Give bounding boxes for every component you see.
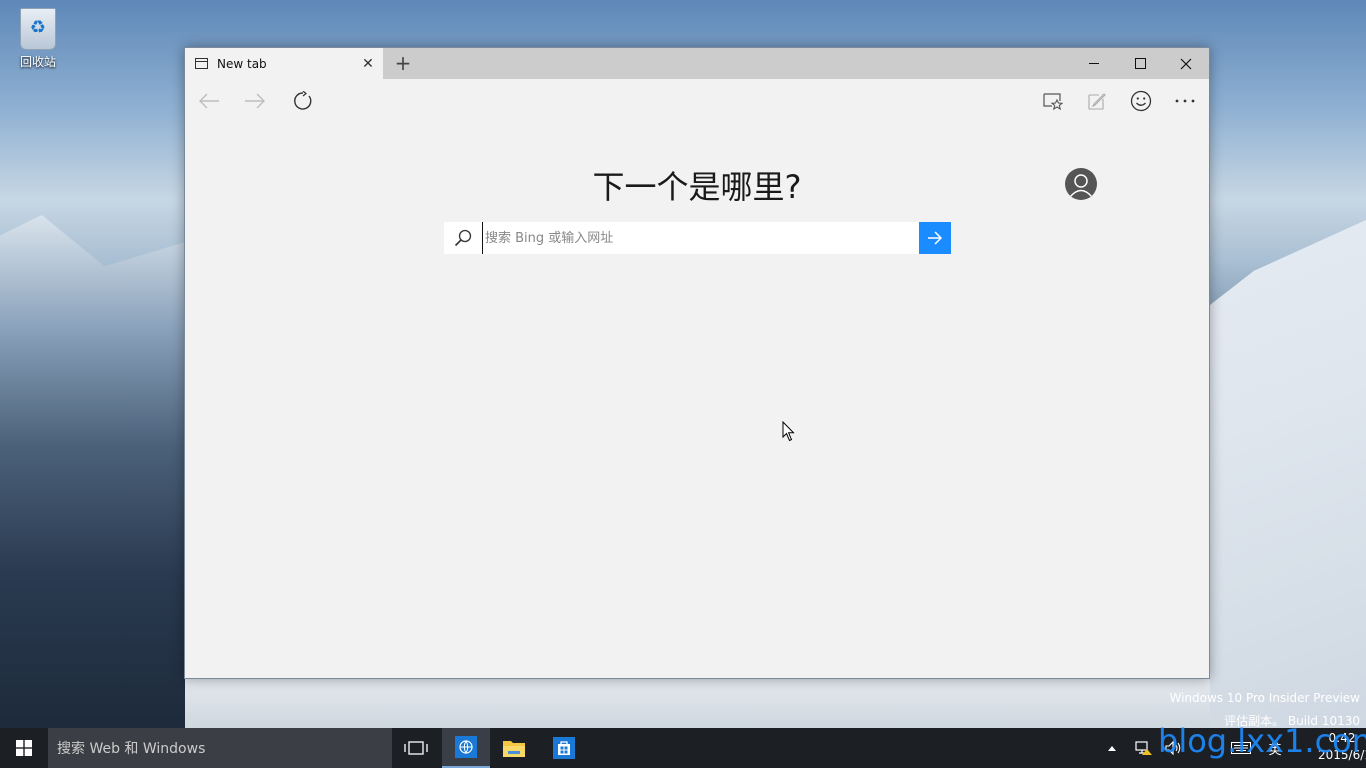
store-icon <box>553 737 575 759</box>
recycle-bin-shortcut[interactable]: ♻ 回收站 <box>12 8 64 70</box>
more-button[interactable] <box>1169 85 1201 117</box>
feedback-button[interactable] <box>1125 85 1157 117</box>
refresh-button[interactable] <box>287 85 319 117</box>
windows-build-watermark: Windows 10 Pro Insider Preview <box>1169 691 1360 705</box>
back-button[interactable] <box>193 85 225 117</box>
store-button[interactable] <box>540 728 588 768</box>
recycle-bin-icon: ♻ <box>20 8 56 50</box>
file-explorer-icon <box>503 741 525 757</box>
mouse-cursor <box>782 420 795 446</box>
page-title: 下一个是哪里? <box>592 168 802 206</box>
search-bar <box>444 222 951 254</box>
profile-avatar[interactable] <box>1065 168 1097 200</box>
web-note-button[interactable] <box>1081 85 1113 117</box>
arrow-left-icon <box>199 93 219 109</box>
task-view-button[interactable] <box>392 728 440 768</box>
tab-strip: New tab ✕ + <box>185 48 1209 79</box>
network-icon <box>1135 741 1152 755</box>
tab-close-button[interactable]: ✕ <box>353 56 383 72</box>
arrow-right-icon <box>928 231 943 245</box>
taskbar-search-box[interactable]: 搜索 Web 和 Windows <box>48 728 392 768</box>
feedback-smiley-icon <box>1130 90 1152 112</box>
page-icon <box>195 58 208 69</box>
refresh-icon <box>294 91 312 110</box>
start-button[interactable] <box>0 728 48 768</box>
close-icon <box>1180 58 1192 69</box>
maximize-button[interactable] <box>1117 48 1163 79</box>
windows-logo-icon <box>16 740 32 756</box>
search-input[interactable] <box>482 222 919 254</box>
new-tab-button[interactable]: + <box>391 51 415 75</box>
arrow-right-icon <box>245 93 265 109</box>
forward-button[interactable] <box>239 85 271 117</box>
wallpaper-mountain <box>0 215 190 728</box>
recycle-bin-label: 回收站 <box>19 55 56 69</box>
tab-new-tab[interactable]: New tab ✕ <box>185 48 383 79</box>
edge-browser-icon <box>455 736 477 758</box>
navigation-bar <box>185 79 1209 123</box>
blog-watermark: blog.lxx1.com <box>1158 722 1366 760</box>
show-hidden-icons-button[interactable] <box>1102 728 1122 768</box>
search-go-button[interactable] <box>919 222 951 254</box>
minimize-icon <box>1089 63 1099 64</box>
web-note-icon <box>1088 93 1106 110</box>
close-button[interactable] <box>1163 48 1209 79</box>
reading-list-icon <box>1043 93 1063 110</box>
browser-window: New tab ✕ + 下一个是哪里? <box>184 47 1210 679</box>
search-icon <box>444 229 482 247</box>
user-icon <box>1069 174 1093 198</box>
file-explorer-button[interactable] <box>490 728 538 768</box>
maximize-icon <box>1134 58 1146 69</box>
reading-list-button[interactable] <box>1037 85 1069 117</box>
more-icon <box>1175 99 1195 103</box>
edge-browser-button[interactable] <box>442 728 490 768</box>
task-view-icon <box>404 741 428 755</box>
minimize-button[interactable] <box>1071 48 1117 79</box>
wallpaper-snow-ground <box>185 678 1210 728</box>
chevron-up-icon <box>1108 745 1116 751</box>
network-button[interactable] <box>1132 728 1156 768</box>
tab-title: New tab <box>217 56 267 71</box>
